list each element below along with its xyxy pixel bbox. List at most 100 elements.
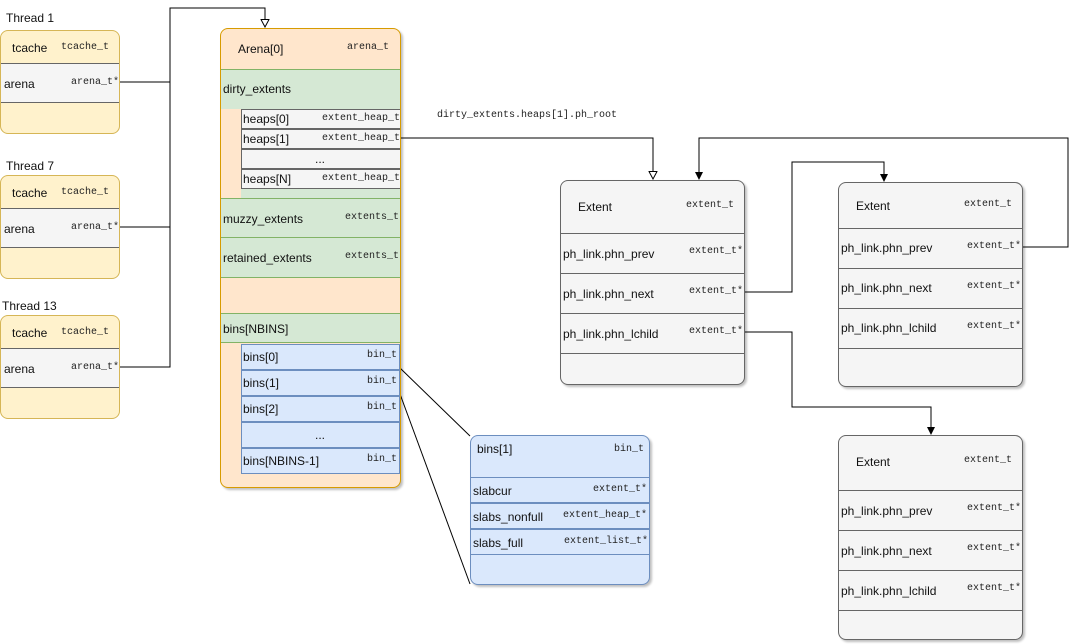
divider [839, 530, 1022, 531]
extent-struct-2: Extent extent_t ph_link.phn_prev extent_… [838, 182, 1023, 387]
field-type: extent_t* [967, 543, 1022, 554]
field-type: extent_heap_t* [563, 510, 648, 521]
field-label: ph_link.phn_next [841, 281, 932, 295]
tcache-type: tcache_t [61, 187, 110, 198]
extent-type: extent_t [686, 200, 735, 211]
field-label: ph_link.phn_lchild [563, 327, 659, 341]
field-type: extent_t* [689, 246, 744, 257]
bin-label: bins[NBINS-1] [243, 454, 320, 468]
bin-detail-type: bin_t [614, 444, 645, 455]
arena-type: arena_t [347, 42, 390, 53]
bin-detail-title: bins[1] [477, 442, 513, 456]
bin-entry: bins[2] bin_t [241, 396, 400, 422]
bins-header-field: bins[NBINS] [221, 313, 400, 343]
tcache-label: tcache [12, 186, 48, 200]
heap-entry: ... [241, 149, 400, 169]
divider [839, 348, 1022, 349]
divider [561, 273, 744, 274]
muzzy-extents-label: muzzy_extents [223, 212, 304, 226]
field-label: ph_link.phn_prev [841, 504, 933, 518]
divider [839, 228, 1022, 229]
bin-detail-field: slabs_nonfull extent_heap_t* [471, 503, 649, 529]
field-label: slabcur [473, 484, 512, 498]
arena-type: arena_t* [71, 222, 120, 233]
divider [839, 308, 1022, 309]
field-type: extent_t* [967, 583, 1022, 594]
field-type: extent_t* [593, 484, 648, 495]
arena-struct: Arena[0] arena_t dirty_extents heaps[0] … [220, 28, 401, 488]
tcache-type: tcache_t [61, 327, 110, 338]
dirty-extents-label: dirty_extents [223, 82, 292, 96]
field-label: slabs_full [473, 536, 524, 550]
thread-13-arena-edge [120, 227, 171, 368]
ph-root-edge-label: dirty_extents.heaps[1].ph_root [437, 110, 618, 121]
field-label: ph_link.phn_next [563, 287, 654, 301]
extent-title: Extent [856, 455, 891, 469]
bin-entry: bins[NBINS-1] bin_t [241, 448, 400, 474]
field-type: extent_t* [967, 241, 1022, 252]
bin-type: bin_t [367, 454, 398, 465]
thread-1-struct: tcache tcache_t arena arena_t* [0, 30, 120, 134]
field-type: extent_t* [689, 326, 744, 337]
field-type: extent_list_t* [564, 536, 649, 547]
bin-type: bin_t [367, 376, 398, 387]
thread-13-title: Thread 13 [2, 299, 57, 313]
heap-entry: heaps[0] extent_heap_t [241, 109, 400, 129]
bin-type: bin_t [367, 402, 398, 413]
bin-type: bin_t [367, 350, 398, 361]
extent-struct-3: Extent extent_t ph_link.phn_prev extent_… [838, 435, 1023, 640]
arena-label: arena [4, 77, 35, 91]
heap-type: extent_heap_t [322, 133, 401, 144]
divider [561, 353, 744, 354]
divider [839, 490, 1022, 491]
heap-label: ... [315, 152, 326, 166]
extent-title: Extent [856, 199, 891, 213]
divider [839, 610, 1022, 611]
heap-type: extent_heap_t [322, 173, 401, 184]
arena-title: Arena[0] [238, 42, 284, 56]
heap-entry: heaps[1] extent_heap_t [241, 129, 401, 149]
bin-detail-field: slabs_full extent_list_t* [471, 529, 649, 555]
thread-1-title: Thread 1 [6, 11, 55, 25]
heaps-1-root-edge [400, 137, 653, 178]
heap-label: heaps[0] [243, 112, 290, 126]
bin-label: bins[0] [243, 350, 279, 364]
thread-7-struct: tcache tcache_t arena arena_t* [0, 175, 120, 279]
bin-entry: bins[0] bin_t [241, 344, 400, 370]
tcache-label: tcache [12, 326, 48, 340]
arena-label: arena [4, 222, 35, 236]
bins-list: bins[0] bin_t bins(1] bin_t bins[2] bin_… [241, 344, 400, 474]
field-label: ph_link.phn_prev [563, 247, 655, 261]
bin-zoom-line-bottom [399, 393, 471, 585]
field-label: ph_link.phn_lchild [841, 584, 937, 598]
arena-type: arena_t* [71, 77, 120, 88]
field-type: extent_t* [967, 281, 1022, 292]
bin-label: bins[2] [243, 402, 279, 416]
muzzy-extents-field: muzzy_extents extents_t [221, 198, 400, 238]
thread-7-arena-edge [120, 82, 171, 228]
extent-type: extent_t [964, 455, 1013, 466]
bin-entry: bins(1] bin_t [241, 370, 400, 396]
heaps-list: heaps[0] extent_heap_t heaps[1] extent_h… [241, 109, 401, 189]
arena-field: arena arena_t* [1, 348, 120, 388]
heap-label: heaps[N] [243, 172, 292, 186]
bin-zoom-line-top [399, 367, 471, 437]
arena-label: arena [4, 362, 35, 376]
extent-title: Extent [578, 200, 613, 214]
field-label: slabs_nonfull [473, 510, 544, 524]
thread-7-title: Thread 7 [6, 159, 55, 173]
bin-detail-struct: bins[1] bin_t slabcur extent_t* slabs_no… [470, 435, 650, 585]
heap-entry: heaps[N] extent_heap_t [241, 169, 401, 189]
field-type: extent_t* [967, 503, 1022, 514]
bin-entry: ... [241, 422, 400, 448]
heap-label: heaps[1] [243, 132, 290, 146]
bins-header-label: bins[NBINS] [223, 322, 289, 336]
retained-extents-field: retained_extents extents_t [221, 238, 400, 278]
field-type: extent_t* [689, 286, 744, 297]
bin-label: ... [315, 428, 326, 442]
muzzy-extents-type: extents_t [345, 212, 400, 223]
retained-extents-type: extents_t [345, 251, 400, 262]
arena-type: arena_t* [71, 362, 120, 373]
extent-struct-1: Extent extent_t ph_link.phn_prev extent_… [560, 180, 745, 385]
arena-field: arena arena_t* [1, 63, 120, 103]
